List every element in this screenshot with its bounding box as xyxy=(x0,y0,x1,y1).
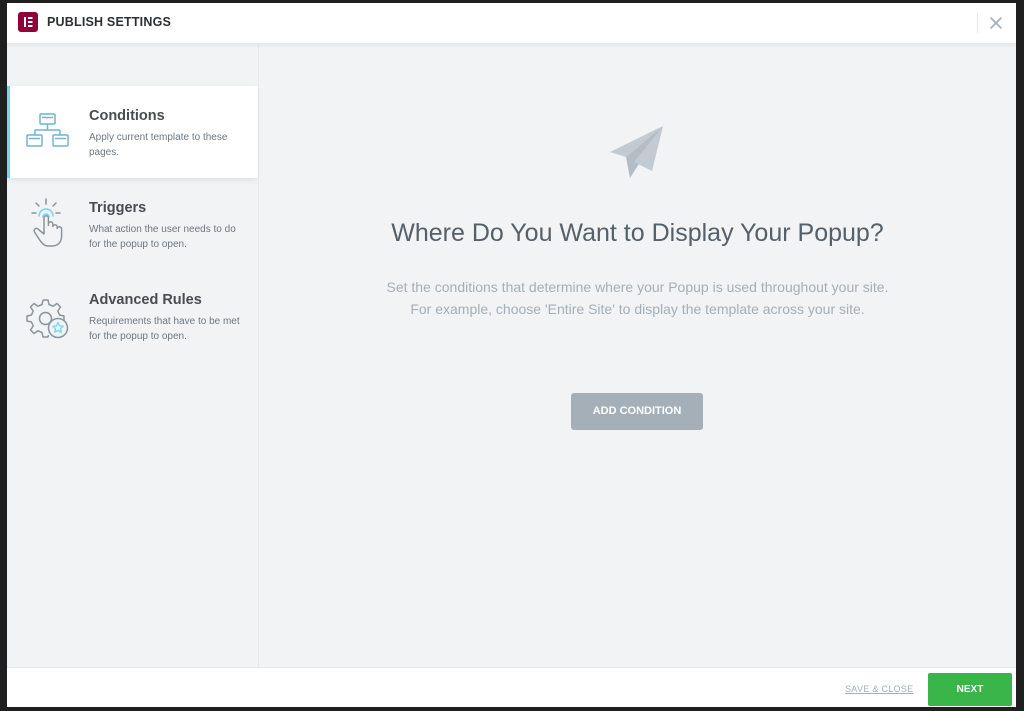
save-and-close-link[interactable]: SAVE & CLOSE xyxy=(845,684,913,694)
sidebar-item-triggers[interactable]: Triggers What action the user needs to d… xyxy=(7,178,258,270)
conditions-panel: Where Do You Want to Display Your Popup?… xyxy=(259,44,1016,667)
panel-description-line-2: For example, choose 'Entire Site' to dis… xyxy=(410,301,865,317)
modal-header: PUBLISH SETTINGS xyxy=(7,3,1016,44)
sidebar-item-description: Apply current template to these pages. xyxy=(89,132,228,158)
header-divider xyxy=(977,13,978,33)
settings-sidebar: Conditions Apply current template to the… xyxy=(7,44,259,667)
close-button[interactable] xyxy=(986,13,1006,33)
gear-star-icon xyxy=(24,288,72,340)
close-icon xyxy=(990,17,1002,29)
panel-title: Where Do You Want to Display Your Popup? xyxy=(391,219,884,247)
publish-settings-modal: PUBLISH SETTINGS Conditions Apply curren… xyxy=(7,3,1016,707)
sidebar-item-title: Conditions xyxy=(89,108,165,124)
panel-description: Set the conditions that determine where … xyxy=(259,276,1016,320)
sidebar-item-description: Requirements that have to be met for the… xyxy=(89,316,240,342)
sitemap-icon xyxy=(24,104,72,156)
modal-title: PUBLISH SETTINGS xyxy=(47,15,172,29)
elementor-logo-icon xyxy=(18,12,38,32)
sidebar-item-advanced-rules[interactable]: Advanced Rules Requirements that have to… xyxy=(7,270,258,362)
sidebar-item-title: Advanced Rules xyxy=(89,292,202,308)
sidebar-item-title: Triggers xyxy=(89,200,147,216)
next-button[interactable]: NEXT xyxy=(928,673,1012,706)
pointer-click-icon xyxy=(24,196,72,248)
panel-description-line-1: Set the conditions that determine where … xyxy=(386,279,889,295)
sidebar-item-conditions[interactable]: Conditions Apply current template to the… xyxy=(7,86,258,178)
modal-footer: SAVE & CLOSE NEXT xyxy=(7,667,1016,707)
sidebar-item-description: What action the user needs to do for the… xyxy=(89,224,236,250)
add-condition-button[interactable]: ADD CONDITION xyxy=(571,393,703,430)
paper-plane-icon xyxy=(608,124,666,182)
